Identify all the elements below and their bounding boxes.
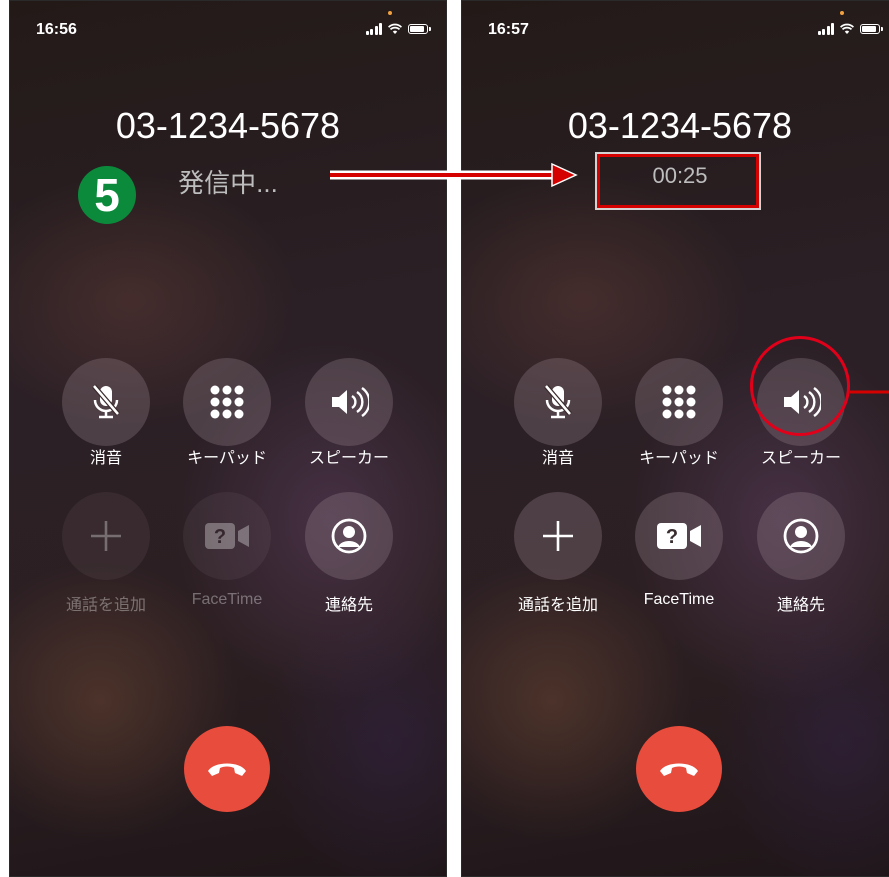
speaker-highlight-circle: [750, 336, 850, 436]
mic-slash-icon: [92, 384, 120, 419]
add-call-label: 通話を追加: [65, 597, 146, 614]
speaker-icon: [332, 387, 369, 417]
facetime-button[interactable]: ?: [635, 492, 723, 580]
wifi-icon: [840, 23, 854, 34]
status-icons: [365, 23, 431, 35]
speaker-label: スピーカー: [760, 450, 841, 467]
phone-number: 03-1234-5678: [567, 105, 793, 146]
mute-label: 消音: [89, 450, 122, 467]
contacts-label: 連絡先: [324, 597, 373, 614]
call-status: 発信中...: [178, 168, 278, 198]
facetime-video-icon: ?: [205, 523, 249, 549]
keypad-button[interactable]: [183, 358, 271, 446]
add-call-label: 通話を追加: [517, 597, 598, 614]
mic-slash-icon: [544, 384, 572, 419]
end-call-button[interactable]: [636, 726, 722, 812]
speaker-button[interactable]: [305, 358, 393, 446]
mic-indicator-dot: [840, 11, 844, 15]
phone-screen-calling: 16:56 03-1234-5678 発信中... 消音 キーパッド スピーカー…: [9, 0, 447, 877]
phone-screen-connected: 16:57 03-1234-5678 00:25 消音 キーパッド スピーカー …: [461, 0, 889, 877]
battery-icon: [860, 24, 883, 34]
facetime-button[interactable]: ?: [183, 492, 271, 580]
speaker-label: スピーカー: [308, 450, 389, 467]
keypad-grid-icon: [210, 385, 244, 419]
contacts-label: 連絡先: [776, 597, 825, 614]
keypad-button[interactable]: [635, 358, 723, 446]
step-badge: 5: [78, 166, 136, 224]
mic-indicator-dot: [388, 11, 392, 15]
plus-icon: [543, 521, 573, 551]
wifi-icon: [388, 23, 402, 34]
signal-icon: [817, 23, 834, 35]
timer-highlight-box: [597, 154, 759, 208]
battery-icon: [408, 24, 431, 34]
keypad-label: キーパッド: [639, 450, 719, 467]
facetime-label: FaceTime: [191, 591, 263, 608]
status-time: 16:57: [488, 21, 529, 38]
add-call-button[interactable]: [62, 492, 150, 580]
status-time: 16:56: [36, 21, 77, 38]
mute-button[interactable]: [62, 358, 150, 446]
facetime-label: FaceTime: [643, 591, 715, 608]
contacts-button[interactable]: [305, 492, 393, 580]
keypad-label: キーパッド: [187, 450, 267, 467]
contacts-button[interactable]: [757, 492, 845, 580]
end-call-button[interactable]: [184, 726, 270, 812]
phone-hangup-icon: [208, 763, 246, 776]
signal-icon: [365, 23, 382, 35]
keypad-grid-icon: [662, 385, 696, 419]
phone-hangup-icon: [660, 763, 698, 776]
facetime-video-icon: ?: [657, 523, 701, 549]
svg-text:?: ?: [214, 526, 226, 548]
svg-text:?: ?: [666, 526, 678, 548]
status-icons: [817, 23, 883, 35]
plus-icon: [91, 521, 121, 551]
mute-button[interactable]: [514, 358, 602, 446]
mute-label: 消音: [541, 450, 574, 467]
person-circle-icon: [783, 518, 819, 554]
add-call-button[interactable]: [514, 492, 602, 580]
phone-number: 03-1234-5678: [115, 105, 341, 146]
person-circle-icon: [331, 518, 367, 554]
